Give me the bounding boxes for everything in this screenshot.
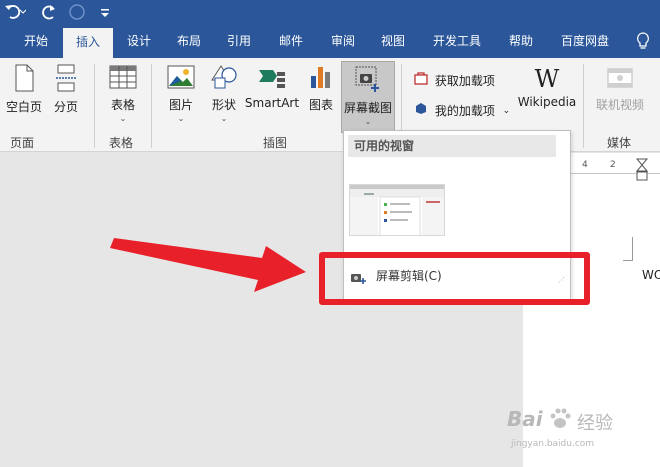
- annotation-arrow: [110, 238, 306, 292]
- paw-icon: [549, 407, 571, 434]
- watermark-line1: Bai: [507, 407, 543, 431]
- watermark-line2: 经验: [577, 413, 613, 434]
- watermark-line3: jingyan.baidu.com: [511, 439, 595, 449]
- watermark: Bai 经验 jingyan.baidu.com: [505, 405, 655, 465]
